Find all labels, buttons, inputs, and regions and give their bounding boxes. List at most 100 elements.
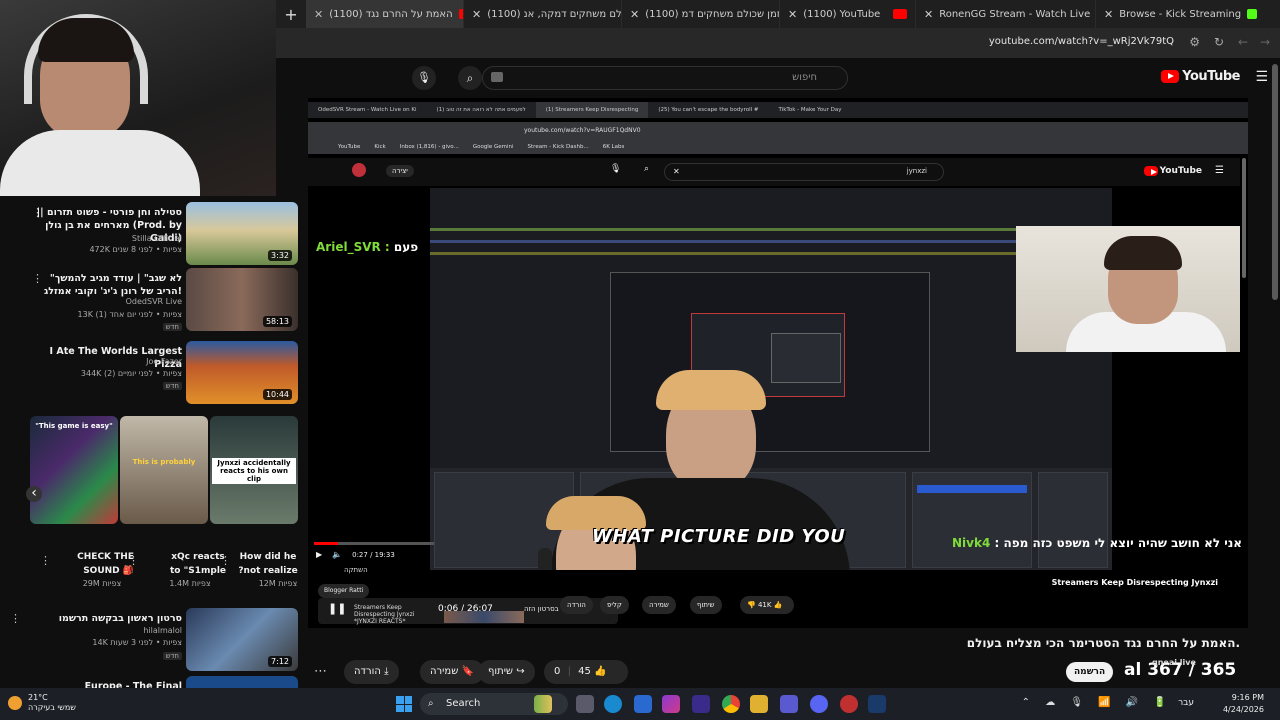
file-explorer-icon[interactable]	[750, 695, 768, 713]
video-meta: 13K צפיות • לפני יום אחד (1)	[77, 310, 182, 319]
inner-player-controls: ▶ 🔈 0:27 / 19:33	[316, 550, 395, 559]
more-options-icon[interactable]: ⋮	[220, 554, 231, 567]
video-thumbnail[interactable]	[186, 676, 298, 688]
task-view-icon[interactable]	[576, 695, 594, 713]
video-thumbnail[interactable]: 3:32	[186, 202, 298, 265]
inner-video-title: Streamers Keep Disrespecting Jynxzi	[1051, 578, 1218, 587]
bookmark: Google Gemini	[472, 144, 514, 150]
system-tray-icons[interactable]: ⌃ ☁ 🎙 📶 🔊 🔋	[1022, 697, 1172, 708]
bookmark: YouTube	[338, 144, 361, 150]
more-options-icon[interactable]: ⋮	[32, 272, 43, 285]
hamburger-icon[interactable]: ☰	[1255, 69, 1268, 85]
inner-like-chip: 👎 41K 👍	[740, 596, 794, 614]
site-settings-icon[interactable]: ⚙	[1189, 35, 1200, 49]
browser-tab[interactable]: ✕ (1100) כולם משחקים דמקה, אנ	[464, 0, 622, 28]
video-thumbnail[interactable]: 10:44	[186, 341, 298, 404]
url-field[interactable]: youtube.com/watch?v=_wRj2Vk79tQ	[989, 36, 1174, 47]
video-player[interactable]: OdedSVR Stream - Watch Live on Ki (1) לפ…	[308, 98, 1248, 628]
chat-message: Nivk4 : אני לא חושב שהיה יוצא לי משפט כז…	[951, 536, 1242, 550]
back-icon[interactable]: ←	[1238, 35, 1248, 49]
short-thumbnail[interactable]: This is probably	[120, 416, 208, 524]
carousel-prev-button[interactable]: ‹	[26, 486, 42, 502]
copilot-icon[interactable]	[662, 695, 680, 713]
download-button[interactable]: הורדה ⤓	[344, 660, 399, 684]
close-icon[interactable]: ✕	[630, 8, 639, 21]
streamer-hair	[656, 370, 766, 410]
app-icon[interactable]	[692, 695, 710, 713]
search-icon[interactable]: ⌕	[458, 66, 482, 90]
windows-taskbar: 21°C שמשי בעיקרה ⌕ Search ⌃ ☁ 🎙 📶 🔊 🔋 עב…	[0, 688, 1280, 720]
language-indicator[interactable]: עבר	[1178, 698, 1194, 708]
more-options-icon[interactable]: ⋮	[40, 554, 51, 567]
list-item[interactable]: Europe - The Final Countdown	[0, 676, 300, 688]
mic-icon[interactable]: 🎙	[412, 66, 436, 90]
channel-name[interactable]: hilalmalol	[143, 626, 182, 635]
download-icon: ⤓	[384, 666, 389, 677]
windows-start-icon[interactable]	[396, 696, 412, 712]
list-item[interactable]: 10:44 I Ate The Worlds Largest Pizza Joe…	[0, 341, 300, 407]
share-button[interactable]: שיתוף ↪	[478, 660, 535, 684]
search-input[interactable]: חיפוש	[792, 72, 817, 83]
more-options-icon[interactable]: ⋮	[10, 612, 21, 625]
video-thumbnail[interactable]: 58:13	[186, 268, 298, 331]
save-button[interactable]: שמירה 🔖	[420, 660, 484, 684]
subscribe-button[interactable]: הרשמה	[1066, 662, 1114, 682]
more-options-icon[interactable]: ⋮	[128, 554, 139, 567]
chrome-icon[interactable]	[722, 695, 740, 713]
like-dislike-button[interactable]: 0 | 45 👍	[544, 660, 628, 684]
browser-tab[interactable]: ✕ Browse - Kick Streaming	[1096, 0, 1276, 28]
inner-browser-tabs: OdedSVR Stream - Watch Live on Ki (1) לפ…	[308, 102, 1248, 118]
like-count: 45	[578, 666, 591, 677]
keyboard-icon[interactable]	[491, 72, 503, 82]
reload-icon[interactable]: ↻	[1214, 35, 1224, 49]
clock[interactable]: 9:16 PM 4/24/2026	[1223, 692, 1264, 716]
browser-tab[interactable]: ✕ (1100) האמת על החרם נגד	[306, 0, 464, 28]
weather-widget[interactable]: 21°C שמשי בעיקרה	[8, 693, 76, 713]
app-icon[interactable]	[868, 695, 886, 713]
close-icon[interactable]: ✕	[472, 8, 481, 21]
channel-name[interactable]: Joe Fazer	[146, 357, 182, 366]
youtube-logo[interactable]: YouTube	[1161, 69, 1240, 84]
channel-name[interactable]: OdedSVR Live	[126, 297, 182, 306]
short-title[interactable]: xQc reacts to "S1mple	[168, 550, 228, 578]
list-item[interactable]: 58:13 "לא שגב" | עודד מגיב להמשך הריב של…	[0, 268, 300, 334]
discord-icon[interactable]	[810, 695, 828, 713]
close-icon[interactable]: ✕	[788, 8, 797, 21]
browser-tab[interactable]: ✕ RonenGG Stream - Watch Live	[916, 0, 1096, 28]
edge-icon[interactable]	[604, 695, 622, 713]
list-item[interactable]: 3:32 סטילה וחן פורטי - פשוט תזרום || מאר…	[0, 202, 300, 268]
forward-icon[interactable]: →	[1260, 35, 1270, 49]
video-title[interactable]: סרטון ראשון בבקשה תרשמו	[32, 612, 182, 625]
close-icon[interactable]: ✕	[924, 8, 933, 21]
short-title[interactable]: How did he ?not realize	[236, 550, 300, 578]
search-box[interactable]: חיפוש	[482, 66, 848, 90]
video-title[interactable]: Europe - The Final Countdown	[32, 680, 182, 688]
app-icon[interactable]	[534, 695, 552, 713]
channel-name[interactable]: Stilla Official	[132, 234, 182, 243]
video-thumbnail[interactable]: 7:12	[186, 608, 298, 671]
close-icon[interactable]: ✕	[1104, 8, 1113, 21]
short-thumbnail[interactable]: "This game is easy"	[30, 416, 118, 524]
more-options-icon[interactable]: ⋯	[314, 664, 327, 679]
close-icon[interactable]: ✕	[314, 8, 323, 21]
inner-clip-chip: קליפ	[600, 596, 629, 614]
inner-time-display: 0:27 / 19:33	[352, 550, 395, 559]
chat-text: פעם	[393, 240, 419, 254]
short-title[interactable]: CHECK THE SOUND 🎒	[74, 550, 134, 578]
store-icon[interactable]	[634, 695, 652, 713]
new-tab-button[interactable]: +	[276, 5, 306, 24]
app-icon[interactable]	[840, 695, 858, 713]
video-title[interactable]: "לא שגב" | עודד מגיב להמשך הריב של רונן …	[32, 272, 182, 298]
streamer-hair	[546, 496, 646, 530]
browser-tab[interactable]: ✕ (1100) YouTube	[780, 0, 916, 28]
duration-badge: 7:12	[268, 656, 292, 667]
inner-tab: TikTok - Make Your Day	[778, 107, 842, 113]
list-item[interactable]: 7:12 סרטון ראשון בבקשה תרשמו hilalmalol …	[0, 608, 300, 674]
more-options-icon[interactable]: ⋮	[32, 206, 43, 219]
teams-icon[interactable]	[780, 695, 798, 713]
chat-username: Nivk4	[951, 536, 991, 550]
browser-tab[interactable]: ✕ (1100) בזמן שכולם משחקים דמ	[622, 0, 780, 28]
short-thumbnail[interactable]: Jynxzi accidentally reacts to his own cl…	[210, 416, 298, 524]
page-scrollbar[interactable]	[1270, 58, 1280, 688]
video-meta: 344K צפיות • לפני יומיים (2)	[80, 369, 182, 378]
